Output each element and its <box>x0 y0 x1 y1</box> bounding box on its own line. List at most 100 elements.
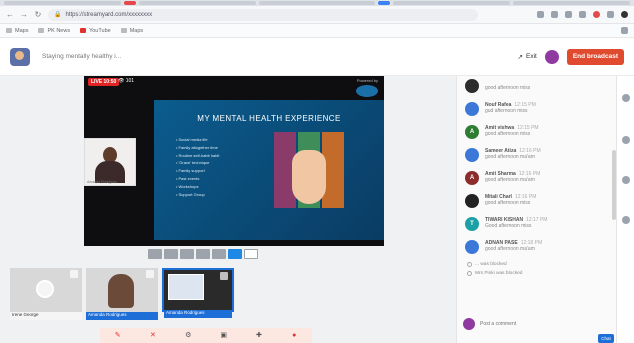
profile-icon[interactable] <box>621 11 628 18</box>
extension-icon[interactable] <box>593 11 600 18</box>
extension-icons <box>537 11 628 18</box>
camera-off-icon[interactable]: ✕ <box>149 332 156 339</box>
slide-bullet: Family altogether time <box>176 144 219 152</box>
mute-icon[interactable]: ✎ <box>114 332 121 339</box>
brand-icon[interactable] <box>622 176 630 184</box>
browser-tab[interactable] <box>378 1 391 5</box>
chat-author: Amit vishwa 12:15 PM <box>485 125 539 131</box>
chat-author: Sameer Atiza 12:16 PM <box>485 148 541 154</box>
slide-bullet: Workshops <box>176 183 219 191</box>
reading-list-icon[interactable] <box>621 27 628 34</box>
browser-tab[interactable] <box>123 1 136 5</box>
chat-text: good afternoon ma'am <box>485 246 535 252</box>
back-icon[interactable]: ← <box>6 10 14 19</box>
blocked-icon <box>467 262 472 267</box>
layout-screen-button[interactable] <box>212 249 226 259</box>
layout-solo-button[interactable] <box>148 249 162 259</box>
bookmark-item[interactable]: Maps <box>120 28 143 34</box>
bookmark-icon <box>6 28 12 33</box>
layout-full-screen-button[interactable] <box>244 249 258 259</box>
layout-group-button[interactable] <box>180 249 194 259</box>
screen-share-preview <box>168 274 204 300</box>
mic-icon[interactable] <box>146 270 154 278</box>
extension-icon[interactable] <box>537 11 544 18</box>
extension-icon[interactable] <box>565 11 572 18</box>
bookmark-item[interactable]: PK News <box>38 28 70 34</box>
end-broadcast-button[interactable]: End broadcast <box>566 48 624 65</box>
bookmark-icon <box>38 28 45 33</box>
chat-message: T TIWARI KISHAN 12:17 PM Good afternoon m… <box>465 214 612 237</box>
chat-message: Mitali Charl 12:16 PM good afternoon miss <box>465 191 612 214</box>
bookmark-item[interactable]: YouTube <box>80 28 111 34</box>
exit-button[interactable]: ↗ Exit <box>518 53 537 61</box>
chat-text: good afternoon miss <box>485 85 531 91</box>
participant-name: Irene George <box>10 312 82 320</box>
chat-avatar <box>465 194 479 208</box>
reload-icon[interactable]: ↻ <box>34 10 42 19</box>
options-icon[interactable] <box>220 272 228 280</box>
control-bar: ✎ ✕ ⚙ ▣ ✚ ● <box>100 328 312 343</box>
invite-icon[interactable]: ✚ <box>255 332 262 339</box>
hand-graphic <box>274 132 344 208</box>
chat-avatar <box>465 102 479 116</box>
screen-share-thumbnail[interactable]: Amanda Rodrigues <box>162 268 234 318</box>
powered-by-label: Powered by <box>356 78 378 83</box>
browser-address-bar: ← → ↻ 🔒 https://streamyard.com/xxxxxxxx <box>0 6 634 24</box>
leave-icon[interactable]: ● <box>291 332 298 339</box>
participant-name: Amanda Rodrigues <box>164 310 232 318</box>
url-text: https://streamyard.com/xxxxxxxx <box>65 11 153 18</box>
layout-split-button[interactable] <box>164 249 178 259</box>
chat-avatar: A <box>465 125 479 139</box>
participant-video <box>108 274 134 308</box>
comment-composer <box>463 316 611 332</box>
browser-tab[interactable] <box>138 1 256 5</box>
extension-icon[interactable] <box>579 11 586 18</box>
bookmark-item[interactable]: Maps <box>6 28 28 34</box>
layout-pip-button[interactable] <box>228 249 242 259</box>
maps-icon <box>120 28 127 33</box>
event-title[interactable]: Staying mentally healthy i... <box>42 53 121 60</box>
extension-icon[interactable] <box>551 11 558 18</box>
banners-icon[interactable] <box>622 136 630 144</box>
youtube-icon <box>80 28 87 33</box>
send-button[interactable]: Chat <box>598 334 614 343</box>
private-chat-icon[interactable] <box>622 216 630 224</box>
chat-author: TIWARI KISHAN 12:17 PM <box>485 217 548 223</box>
system-message: Mrs Pinki was blocked <box>457 269 616 278</box>
chat-text: good afternoon miss <box>485 200 531 206</box>
slide-bullets: Social media life Family altogether time… <box>176 136 220 198</box>
comment-input[interactable] <box>480 318 611 330</box>
slide-bullet: 'Grace' technique <box>176 159 219 167</box>
mic-icon[interactable] <box>70 270 78 278</box>
chat-author: Amit Sharma 12:16 PM <box>485 171 541 177</box>
chat-avatar: A <box>465 171 479 185</box>
comments-icon[interactable] <box>622 94 630 102</box>
studio-stage: LIVE 10:50 👁 101 Powered by MY MENTAL HE… <box>0 76 456 343</box>
layout-leader-button[interactable] <box>196 249 210 259</box>
url-field[interactable]: 🔒 https://streamyard.com/xxxxxxxx <box>48 8 478 21</box>
forward-icon[interactable]: → <box>20 10 28 19</box>
browser-tab[interactable] <box>258 1 376 5</box>
chat-author: Nouf Rafea 12:15 PM <box>485 102 536 108</box>
bookmarks-bar: Maps PK News YouTube Maps <box>0 24 634 38</box>
share-screen-icon[interactable]: ▣ <box>220 332 227 339</box>
chat-author: Mitali Charl 12:16 PM <box>485 194 537 200</box>
participant-thumbnail[interactable]: Amanda Rodrigues <box>86 268 158 320</box>
participant-thumbnail[interactable]: Irene George <box>10 268 82 320</box>
browser-tab[interactable] <box>4 1 121 5</box>
speaker-video: Amanda Rodrigues <box>84 138 136 186</box>
live-badge: LIVE 10:50 <box>88 78 120 86</box>
presentation-slide: MY MENTAL HEALTH EXPERIENCE Social media… <box>154 100 384 240</box>
host-avatar[interactable] <box>544 49 559 64</box>
chat-message: A Amit Sharma 12:16 PM good afternoon ma'… <box>465 168 612 191</box>
chat-message: Nouf Rafea 12:15 PM gud afternoon miss <box>465 99 612 122</box>
extension-icon[interactable] <box>607 11 614 18</box>
brand-logo <box>356 85 378 97</box>
right-tool-rail <box>616 76 634 343</box>
settings-icon[interactable]: ⚙ <box>185 332 192 339</box>
browser-tab[interactable] <box>513 1 630 5</box>
chat-text: good afternoon ma'am <box>485 177 535 183</box>
browser-tab[interactable] <box>393 1 511 5</box>
slide-bullet: Past events <box>176 175 219 183</box>
slide-bullet: Social media life <box>176 136 219 144</box>
